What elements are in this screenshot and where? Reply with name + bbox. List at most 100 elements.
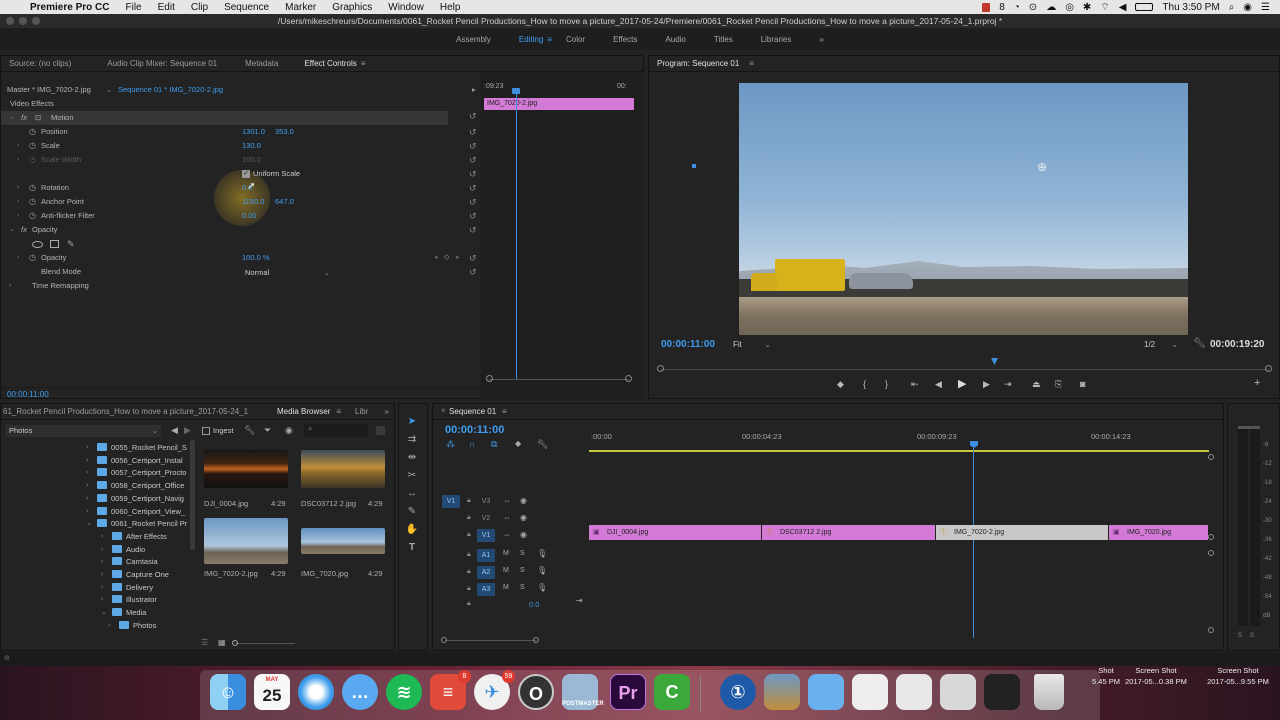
reset-icon[interactable]: ↺ — [469, 111, 477, 122]
track-target-v2[interactable]: V2 — [477, 512, 495, 525]
wifi-icon[interactable]: ⌔ — [1100, 1, 1109, 14]
tab-media-browser[interactable]: Media Browser — [277, 407, 330, 416]
menu-help[interactable]: Help — [432, 2, 469, 13]
battery-icon[interactable] — [1135, 3, 1154, 11]
linked-selection-icon[interactable]: ⧉ — [491, 439, 497, 450]
chevron-right-icon[interactable]: › — [17, 153, 19, 167]
desktop-file[interactable]: Screen Shot 2017-05...9.55 PM — [1200, 665, 1276, 687]
status-icon[interactable]: ⊙ — [1029, 2, 1037, 13]
add-button-icon[interactable]: + — [1254, 377, 1260, 389]
view-icon[interactable]: ◉ — [285, 425, 293, 436]
work-area-bar[interactable] — [589, 450, 1209, 452]
premiere-pro-icon[interactable]: Pr — [610, 674, 646, 710]
stopwatch-icon[interactable]: ◷ — [29, 209, 36, 223]
vertical-zoom-handle[interactable] — [1208, 627, 1214, 633]
media-thumbnail[interactable] — [301, 450, 385, 488]
media-thumbnail[interactable] — [301, 528, 385, 554]
finder-icon[interactable]: ☺ — [210, 674, 246, 710]
scale-value[interactable]: 130.0 — [242, 139, 261, 153]
scroll-handle-left[interactable] — [441, 637, 447, 643]
tab-project[interactable]: 61_Rocket Pencil Productions_How to move… — [3, 407, 261, 416]
calendar-icon[interactable]: MAY 25 — [254, 674, 290, 710]
chevron-right-icon[interactable]: › — [17, 181, 19, 195]
menu-sequence[interactable]: Sequence — [216, 2, 277, 13]
tab-effect-controls[interactable]: Effect Controls — [304, 59, 356, 68]
motion-row[interactable]: ⌄ fx ⊡ Motion — [1, 111, 448, 125]
solo-button[interactable]: S — [520, 584, 525, 591]
menu-edit[interactable]: Edit — [150, 2, 183, 13]
keyframe-next-icon[interactable]: ▸ — [456, 251, 460, 265]
chevron-right-icon[interactable]: › — [101, 594, 103, 606]
zoom-window-button[interactable] — [32, 17, 40, 25]
add-marker-icon[interactable]: ◆ — [837, 379, 844, 390]
wrench-icon[interactable]: 🔧︎ — [244, 425, 255, 436]
type-tool-icon[interactable]: T — [405, 541, 419, 555]
messages-icon[interactable]: … — [342, 674, 378, 710]
chevron-right-icon[interactable]: › — [17, 251, 19, 265]
ripple-edit-tool-icon[interactable]: ⇹ — [405, 451, 419, 465]
postmaster-icon[interactable]: POSTMASTER — [562, 674, 604, 710]
tab-metadata[interactable]: Metadata — [245, 59, 278, 68]
reset-icon[interactable]: ↺ — [469, 167, 477, 181]
anti-flicker-value[interactable]: 0.00 — [242, 209, 257, 223]
solo-left-button[interactable]: S — [1238, 633, 1242, 639]
status-count[interactable]: 8 — [999, 2, 1005, 13]
reset-icon[interactable]: ↺ — [469, 139, 477, 153]
rectangle-mask-icon[interactable] — [50, 240, 59, 248]
microphone-icon[interactable]: 🎙︎ — [537, 549, 547, 558]
wrench-icon[interactable]: 🔧︎ — [537, 439, 548, 450]
reset-icon[interactable]: ↺ — [469, 153, 477, 167]
chevron-down-icon[interactable]: ⌄ — [9, 223, 15, 237]
program-playhead[interactable] — [991, 358, 998, 365]
document-stack-icon[interactable] — [852, 674, 888, 710]
lock-icon[interactable]: 🔒︎ — [467, 585, 471, 593]
pen-mask-icon[interactable]: ✎ — [67, 237, 75, 251]
chevron-down-icon[interactable]: ⌄ — [101, 607, 107, 619]
snap-icon[interactable]: ∩ — [469, 439, 475, 449]
menu-graphics[interactable]: Graphics — [324, 2, 380, 13]
track-target-a3[interactable]: A3 — [477, 583, 495, 596]
folder-item[interactable]: › 0059_Certiport_Navig — [86, 493, 184, 505]
track-target-a1[interactable]: A1 — [477, 549, 495, 562]
menu-clip[interactable]: Clip — [183, 2, 216, 13]
folder-item[interactable]: › 0060_Certiport_View_ — [86, 506, 185, 518]
chevron-down-icon[interactable]: ⌄ — [9, 111, 15, 125]
sync-lock-icon[interactable]: ⇔ — [503, 513, 511, 522]
anchor-y-value[interactable]: 647.0 — [275, 195, 294, 209]
screenshot-stack-icon[interactable] — [896, 674, 932, 710]
folder-item[interactable]: › 0057_Certiport_Procto — [86, 467, 186, 479]
forward-arrow-icon[interactable]: ▶︎ — [184, 425, 191, 436]
transform-icon[interactable]: ⊡ — [35, 111, 41, 125]
play-only-icon[interactable]: ▸ — [472, 83, 476, 97]
reset-icon[interactable]: ↺ — [469, 265, 477, 279]
folder-item[interactable]: › Illustrator — [101, 594, 157, 606]
mute-button[interactable]: M — [503, 567, 509, 574]
lock-icon[interactable]: 🔒︎ — [467, 600, 471, 608]
workspace-more-icon[interactable]: » — [805, 35, 837, 44]
timeline-playhead[interactable] — [973, 448, 974, 638]
wrench-icon[interactable]: 🔧︎ — [1193, 338, 1206, 349]
spotify-icon[interactable]: ≋ — [386, 674, 422, 710]
zoom-handle-left[interactable] — [657, 365, 664, 372]
step-forward-icon[interactable]: ▶︎ — [983, 379, 990, 390]
timeline-timecode[interactable]: 00:00:11:00 — [445, 424, 504, 436]
chevron-right-icon[interactable]: › — [86, 442, 88, 454]
search-input[interactable]: ⌕ — [304, 424, 368, 437]
mini-zoom-handle-left[interactable] — [486, 375, 493, 382]
filter-icon[interactable]: ⏷ — [264, 425, 271, 436]
nest-toggle-icon[interactable]: ⁂ — [446, 439, 455, 450]
lock-icon[interactable]: 🔒︎ — [467, 568, 471, 576]
fx-icon[interactable]: fx — [21, 111, 27, 125]
sync-lock-icon[interactable]: ⇔ — [503, 530, 511, 539]
sequence-clip-label[interactable]: Sequence 01 * IMG_7020-2.jpg — [118, 83, 223, 97]
eye-icon[interactable]: ◉ — [520, 530, 527, 539]
go-to-end-icon[interactable]: ⇥ — [576, 596, 583, 605]
fit-select[interactable]: Fit ⌄ — [733, 340, 771, 349]
chevron-right-icon[interactable]: › — [86, 493, 88, 505]
lift-icon[interactable]: ⏏︎ — [1032, 379, 1041, 390]
minimize-window-button[interactable] — [19, 17, 27, 25]
microphone-icon[interactable]: 🎙︎ — [537, 583, 547, 592]
mini-zoom-handle-right[interactable] — [625, 375, 632, 382]
add-marker-icon[interactable]: ◆ — [515, 439, 521, 448]
mute-button[interactable]: M — [503, 550, 509, 557]
